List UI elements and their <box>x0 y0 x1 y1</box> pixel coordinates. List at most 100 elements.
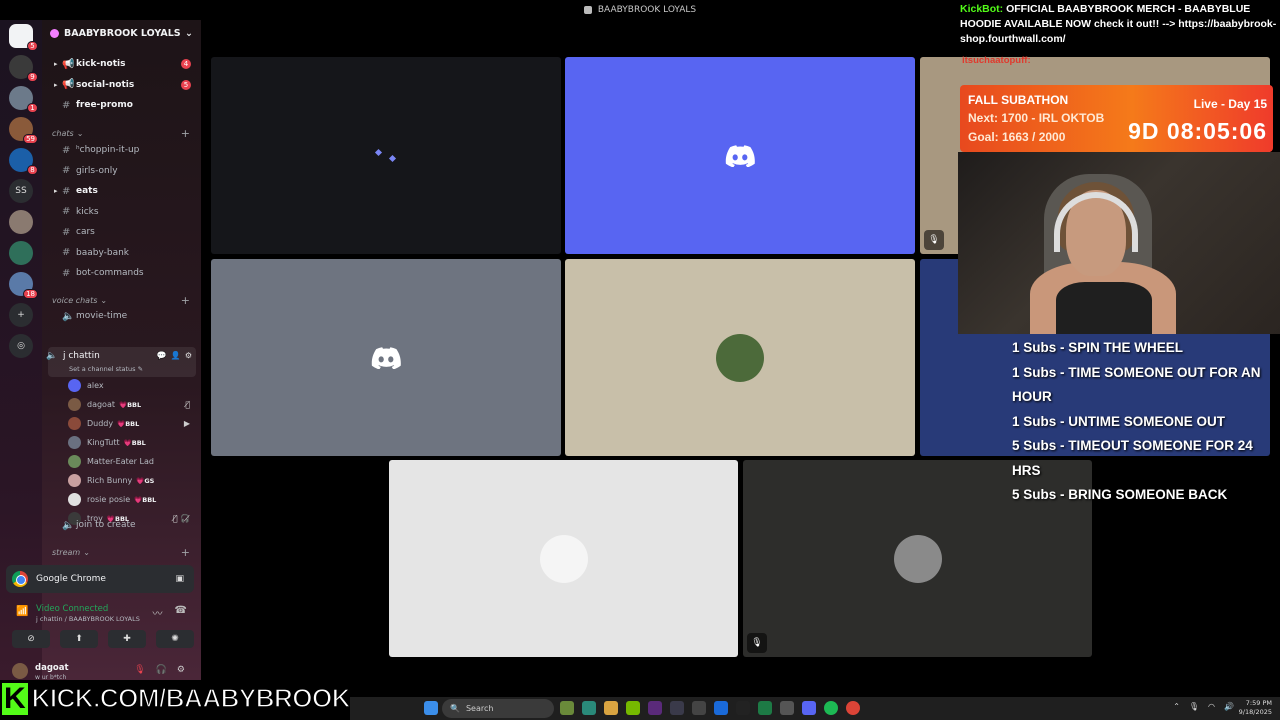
headset-icon[interactable]: 🎧 <box>156 665 167 675</box>
activities-button[interactable]: ✚ <box>108 630 146 648</box>
activity-card[interactable]: Google Chrome ▣ <box>6 565 194 593</box>
channel-baaby-bank[interactable]: # baaby-bank <box>42 244 201 262</box>
taskbar-search[interactable]: 🔍 Search <box>442 699 554 718</box>
category-stream[interactable]: stream ⌄ + <box>42 544 201 560</box>
chrome-icon[interactable] <box>846 701 860 715</box>
channel-social-notis[interactable]: ▸ 📢 social-notis 5 <box>42 76 201 94</box>
app-icon[interactable] <box>560 701 574 715</box>
nvidia-icon[interactable] <box>626 701 640 715</box>
server-icon[interactable]: ◎ <box>9 334 33 358</box>
avatar <box>539 534 588 583</box>
server-icon[interactable]: 1 <box>9 86 38 113</box>
mention-badge: 5 <box>181 79 191 90</box>
voice-user[interactable]: Rich Bunny 💗GS <box>68 472 198 489</box>
video-tile[interactable] <box>211 57 561 254</box>
server-label: ◎ <box>17 341 25 351</box>
screen-share-icon[interactable]: ▣ <box>175 574 184 584</box>
server-icon[interactable]: + <box>9 303 33 327</box>
server-icon[interactable]: 18 <box>9 272 38 299</box>
username: dagoat <box>35 663 69 673</box>
folder-icon[interactable] <box>604 701 618 715</box>
voice-user-name: Matter-Eater Lad <box>87 457 154 466</box>
voice-user[interactable]: alex <box>68 377 198 394</box>
server-icon[interactable] <box>9 210 33 234</box>
video-tile[interactable] <box>565 259 915 456</box>
capcut-icon[interactable] <box>736 701 750 715</box>
xbox-icon[interactable] <box>758 701 772 715</box>
video-tile[interactable] <box>565 57 915 254</box>
mic-muted-icon[interactable]: 🎙 <box>134 665 145 675</box>
voice-user[interactable]: dagoat 💗BBL 🎙̸ <box>68 396 198 413</box>
chevron-down-icon[interactable]: ⌄ <box>185 28 193 39</box>
edge-icon[interactable] <box>582 701 596 715</box>
connection-subtitle[interactable]: j chattin / BAABYBROOK LOYALS <box>36 615 140 623</box>
server-icon[interactable] <box>9 241 33 265</box>
volume-icon[interactable]: 🔊 <box>1224 702 1234 711</box>
share-screen-button[interactable]: ⬆ <box>60 630 98 648</box>
channel-ʰchoppin-it-up[interactable]: # ʰchoppin-it-up <box>42 141 201 159</box>
spotify-icon[interactable] <box>824 701 838 715</box>
window-title: BAABYBROOK LOYALS <box>597 5 697 15</box>
avatar <box>68 493 81 506</box>
voice-user[interactable]: Duddy 💗BBL ▶ <box>68 415 198 432</box>
camera-off-button[interactable]: ⊘ <box>12 630 50 648</box>
direct-messages-button[interactable]: 5 <box>9 24 38 51</box>
gear-icon[interactable]: ⚙ <box>177 665 185 675</box>
channel-status[interactable]: Set a channel status ✎ <box>69 365 143 373</box>
app-icon[interactable] <box>692 701 706 715</box>
server-icon[interactable]: SS <box>9 179 33 203</box>
guild-header[interactable]: BAABYBROOK LOYALS ⌄ <box>42 20 201 46</box>
noise-suppression-icon[interactable]: 〰 <box>153 605 163 620</box>
add-channel-icon[interactable]: + <box>181 546 190 559</box>
add-channel-icon[interactable]: + <box>181 294 190 307</box>
category-chats[interactable]: chats ⌄ + <box>42 125 201 141</box>
mic-icon[interactable]: 🎙 <box>1189 702 1199 711</box>
channel-kicks[interactable]: # kicks <box>42 203 201 221</box>
channel-girls-only[interactable]: # girls-only <box>42 162 201 180</box>
channel-label: kicks <box>76 206 99 217</box>
start-icon[interactable] <box>424 701 438 715</box>
disconnect-icon[interactable]: ☎ <box>175 605 187 620</box>
add-member-icon[interactable]: 👤 <box>171 351 181 360</box>
channel-bot-commands[interactable]: # bot-commands <box>42 264 201 282</box>
server-icon[interactable]: 59 <box>9 117 38 144</box>
wifi-icon[interactable]: ◠ <box>1208 702 1215 711</box>
activity-label: Google Chrome <box>36 574 106 584</box>
channel-kick-notis[interactable]: ▸ 📢 kick-notis 4 <box>42 55 201 73</box>
chat-icon[interactable]: 💬 <box>157 351 167 360</box>
voice-user[interactable]: rosie posie 💗BBL <box>68 491 198 508</box>
channel-label: baaby-bank <box>76 247 130 258</box>
category-label: voice chats <box>52 295 98 305</box>
channel-free-promo[interactable]: # free-promo <box>42 96 201 114</box>
avatar[interactable] <box>12 663 28 679</box>
video-tile[interactable] <box>211 259 561 456</box>
gear-icon[interactable]: ⚙ <box>185 351 192 360</box>
video-tile[interactable] <box>389 460 738 657</box>
search-label: Search <box>465 704 494 713</box>
voice-channel-movie-time[interactable]: 🔈 movie-time <box>42 307 201 325</box>
clock[interactable]: 7:59 PM 9/18/2025 <box>1239 699 1272 717</box>
signal-icon[interactable]: 📶 <box>16 606 28 618</box>
voice-channel-join-to-create[interactable]: 🔈 join to create <box>42 516 201 534</box>
sub-rule: 1 Subs - TIME SOMEONE OUT FOR AN HOUR <box>1012 364 1261 405</box>
voice-user[interactable]: Matter-Eater Lad <box>68 453 198 470</box>
user-tag-label: BBL <box>131 438 146 447</box>
category-voice-chats[interactable]: voice chats ⌄ + <box>42 292 201 308</box>
app-icon[interactable] <box>648 701 662 715</box>
server-icon[interactable]: 9 <box>9 55 38 82</box>
streamer-webcam <box>958 152 1280 334</box>
soundboard-button[interactable]: ✺ <box>156 630 194 648</box>
voice-user[interactable]: KingTutt 💗BBL <box>68 434 198 451</box>
voice-channel-j-chattin[interactable]: 🔈 j chattin Set a channel status ✎ 💬 👤 ⚙ <box>46 347 196 377</box>
app-icon[interactable] <box>714 701 728 715</box>
discord-icon[interactable] <box>802 701 816 715</box>
app-icon[interactable] <box>780 701 794 715</box>
speaker-icon: 🔈 <box>62 519 75 531</box>
add-channel-icon[interactable]: + <box>181 127 190 140</box>
obs-icon[interactable] <box>670 701 684 715</box>
channel-cars[interactable]: # cars <box>42 223 201 241</box>
unread-badge: 8 <box>27 165 38 175</box>
server-icon[interactable]: 8 <box>9 148 38 175</box>
channel-eats[interactable]: ▸ # eats <box>42 182 201 200</box>
chevron-up-icon[interactable]: ⌃ <box>1173 702 1180 711</box>
